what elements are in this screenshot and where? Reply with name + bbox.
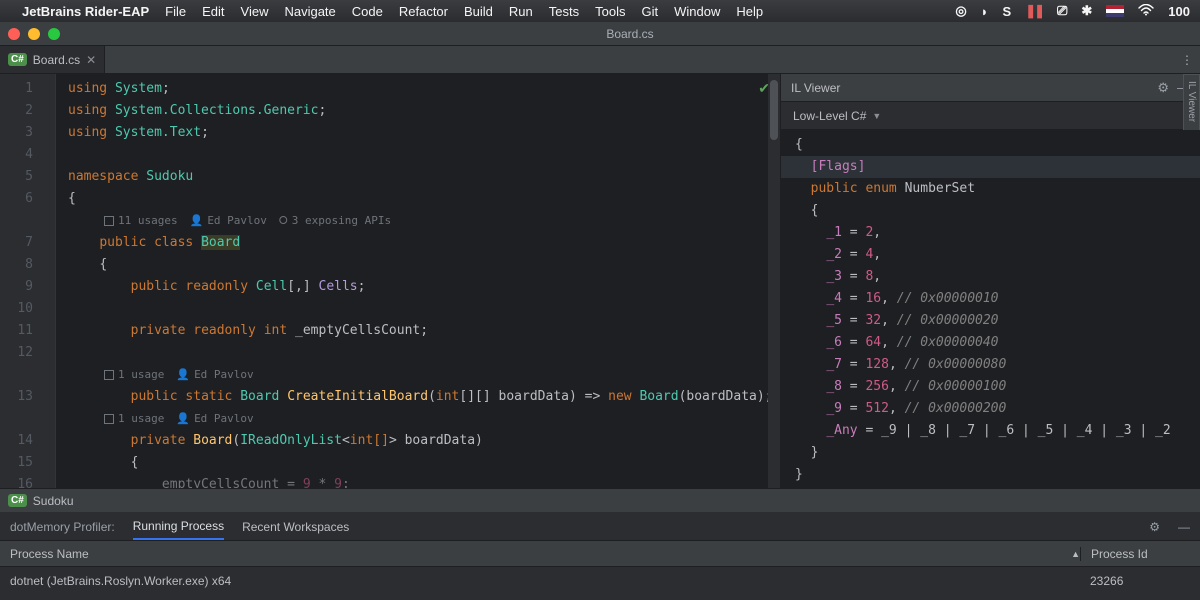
csharp-icon: C# [8, 494, 27, 507]
gear-icon[interactable]: ⚙ [1157, 80, 1169, 96]
chevron-down-icon: ▼ [872, 111, 881, 121]
usage-icon [104, 414, 114, 424]
process-id-cell: 23266 [1080, 574, 1200, 588]
menu-code[interactable]: Code [352, 4, 383, 19]
menu-file[interactable]: File [165, 4, 186, 19]
sort-asc-icon[interactable]: ▲ [1071, 549, 1080, 559]
code-lens[interactable]: 1 usage 👤Ed Pavlov [56, 364, 780, 386]
wifi-icon[interactable] [1138, 4, 1154, 19]
col-process-name[interactable]: Process Name▲ [0, 547, 1080, 561]
editor-tabs: C# Board.cs ✕ ⋮ [0, 46, 1200, 74]
close-icon[interactable]: ✕ [86, 53, 96, 67]
window-title: Board.cs [68, 27, 1192, 41]
s-icon[interactable]: S [1003, 4, 1012, 19]
profiler-columns: Process Name▲ Process Id [0, 541, 1200, 567]
editor-gutter: 123 456 78 91011 1213 1415 16 [0, 74, 56, 488]
zoom-traffic-light[interactable] [48, 28, 60, 40]
code-editor[interactable]: using System; using System.Collections.G… [56, 74, 780, 488]
moon-icon[interactable]: ◗ [981, 4, 989, 19]
ilviewer-header: IL Viewer ⚙ — [781, 74, 1200, 102]
bluetooth-icon[interactable]: ✱ [1081, 3, 1092, 19]
menu-navigate[interactable]: Navigate [284, 4, 335, 19]
menu-window[interactable]: Window [674, 4, 720, 19]
person-icon: 👤 [176, 408, 190, 430]
pause-icon[interactable]: ❚❚ [1025, 3, 1043, 19]
usage-icon [104, 370, 114, 380]
menu-git[interactable]: Git [641, 4, 658, 19]
col-process-id[interactable]: Process Id [1080, 547, 1200, 561]
target-icon[interactable]: ◎ [955, 3, 966, 19]
editor-scrollbar[interactable] [768, 74, 780, 488]
tab-overflow-icon[interactable]: ⋮ [1174, 46, 1200, 73]
profiler-label: dotMemory Profiler: [10, 520, 115, 534]
tab-board-cs[interactable]: C# Board.cs ✕ [0, 46, 105, 73]
gear-icon[interactable]: ⚙ [1149, 520, 1160, 534]
profiler-panel: C# Sudoku dotMemory Profiler: Running Pr… [0, 488, 1200, 600]
profiler-tab-running[interactable]: Running Process [133, 519, 224, 540]
ilviewer-code[interactable]: { [Flags] public enum NumberSet { _1 = 2… [781, 130, 1200, 488]
tool-tab-ilviewer[interactable]: IL Viewer [1183, 74, 1200, 138]
profiler-tab-recent[interactable]: Recent Workspaces [242, 520, 349, 534]
ilviewer-title: IL Viewer [791, 81, 840, 95]
csharp-icon: C# [8, 53, 27, 66]
window-titlebar: Board.cs [0, 22, 1200, 46]
person-icon: 👤 [176, 364, 190, 386]
editor-pane: 123 456 78 91011 1213 1415 16 ✔ using Sy… [0, 74, 780, 488]
minimize-traffic-light[interactable] [28, 28, 40, 40]
menu-tools[interactable]: Tools [595, 4, 625, 19]
ilviewer-pane: IL Viewer ⚙ — Low-Level C#▼ { [Flags] pu… [780, 74, 1200, 488]
battery-label: 100 [1168, 4, 1190, 19]
mac-menubar: JetBrains Rider-EAP File Edit View Navig… [0, 0, 1200, 22]
close-traffic-light[interactable] [8, 28, 20, 40]
person-icon: 👤 [190, 210, 204, 232]
menu-refactor[interactable]: Refactor [399, 4, 448, 19]
profiler-header: dotMemory Profiler: Running Process Rece… [0, 513, 1200, 541]
menu-edit[interactable]: Edit [202, 4, 224, 19]
profiler-row[interactable]: dotnet (JetBrains.Roslyn.Worker.exe) x64… [0, 567, 1200, 595]
main-split: 123 456 78 91011 1213 1415 16 ✔ using Sy… [0, 74, 1200, 488]
menu-build[interactable]: Build [464, 4, 493, 19]
menu-run[interactable]: Run [509, 4, 533, 19]
menu-help[interactable]: Help [736, 4, 763, 19]
profiler-tab-sudoku[interactable]: C# Sudoku [0, 489, 1200, 513]
flag-icon[interactable] [1106, 5, 1124, 17]
process-name-cell: dotnet (JetBrains.Roslyn.Worker.exe) x64 [0, 574, 1080, 588]
menu-view[interactable]: View [241, 4, 269, 19]
screen-icon[interactable]: ⎚ [1057, 3, 1067, 19]
minimize-icon[interactable]: — [1178, 520, 1190, 534]
tab-label: Board.cs [33, 53, 80, 67]
ilviewer-mode-dropdown[interactable]: Low-Level C#▼ [781, 102, 1200, 130]
api-icon: ⭘ [279, 210, 288, 232]
menu-tests[interactable]: Tests [549, 4, 579, 19]
code-lens[interactable]: 11 usages 👤Ed Pavlov ⭘3 exposing APIs [56, 210, 780, 232]
code-lens[interactable]: 1 usage 👤Ed Pavlov [56, 408, 780, 430]
app-name[interactable]: JetBrains Rider-EAP [22, 4, 149, 19]
usage-icon [104, 216, 114, 226]
